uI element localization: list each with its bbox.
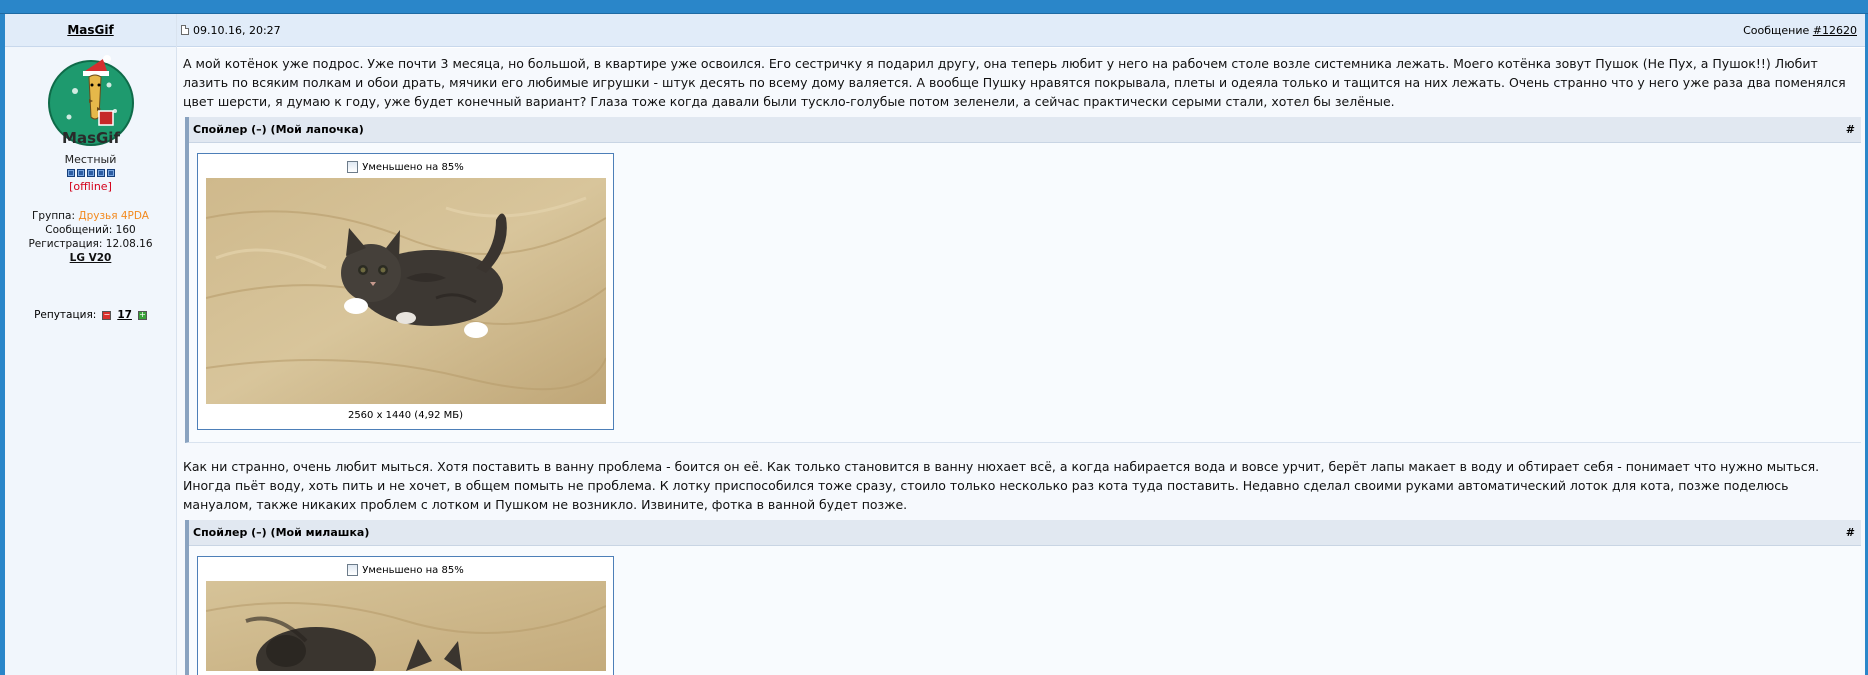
spoiler-2: Спойлер (–) (Мой милашка) # Уменьшено на…: [185, 520, 1861, 675]
kitten-photo-2[interactable]: [206, 581, 606, 671]
message-number-link[interactable]: #12620: [1813, 24, 1857, 37]
posts-row: Сообщений: 160: [5, 223, 176, 237]
rank-pip: [96, 169, 105, 177]
username-link[interactable]: MasGif: [67, 23, 113, 37]
post-paragraph-2: Как ни странно, очень любит мыться. Хотя…: [183, 459, 1820, 512]
message-label: Сообщение: [1743, 23, 1810, 37]
rank-pip: [86, 169, 95, 177]
image-reduced-note: Уменьшено на 85%: [206, 563, 605, 577]
user-sidebar: MasGif MasGif Местный [offline] Группа: …: [5, 14, 177, 675]
user-rank: Местный: [64, 153, 117, 166]
spoiler-1-title: Спойлер (–) (Мой лапочка): [193, 123, 364, 136]
post-paragraph-1: А мой котёнок уже подрос. Уже почти 3 ме…: [183, 56, 1846, 109]
spoiler-1-body: Уменьшено на 85% 2560 x 1440 (4,92 МБ): [189, 143, 1861, 442]
rank-pip: [66, 169, 75, 177]
posts-value: 160: [115, 224, 136, 236]
rank-pips: [5, 169, 176, 177]
spoiler-2-body: Уменьшено на 85%: [189, 546, 1861, 675]
group-value: Друзья 4PDA: [78, 210, 149, 222]
spoiler-1: Спойлер (–) (Мой лапочка) # Уменьшено на…: [185, 117, 1861, 443]
registration-label: Регистрация:: [28, 238, 103, 250]
image-attachment-1[interactable]: Уменьшено на 85% 2560 x 1440 (4,92 МБ): [197, 153, 614, 430]
registration-value: 12.08.16: [105, 238, 153, 250]
image-attachment-2[interactable]: Уменьшено на 85%: [197, 556, 614, 675]
post-header: 09.10.16, 20:27 Сообщение #12620: [177, 14, 1865, 47]
image-reduced-text: Уменьшено на 85%: [362, 564, 464, 576]
document-icon: [181, 25, 189, 35]
posts-label: Сообщений:: [45, 224, 113, 236]
device-link[interactable]: LG V20: [5, 251, 176, 265]
resize-icon: [347, 161, 359, 173]
rank-pip: [76, 169, 85, 177]
online-status: [offline]: [69, 180, 112, 193]
reputation-plus-icon[interactable]: +: [137, 310, 147, 320]
spoiler-2-title: Спойлер (–) (Мой милашка): [193, 526, 370, 539]
post-date-area: 09.10.16, 20:27: [181, 24, 281, 37]
avatar-image: MasGif: [47, 55, 134, 147]
spoiler-2-header[interactable]: Спойлер (–) (Мой милашка) #: [189, 520, 1861, 546]
resize-icon: [347, 564, 359, 576]
user-info: Группа: Друзья 4PDA Сообщений: 160 Регис…: [5, 209, 176, 265]
image-1-caption: 2560 x 1440 (4,92 МБ): [347, 410, 464, 421]
group-row: Группа: Друзья 4PDA: [5, 209, 176, 223]
username-bar: MasGif: [5, 14, 176, 47]
spoiler-1-anchor[interactable]: #: [1846, 123, 1855, 136]
message-number-area: Сообщение #12620: [1743, 24, 1857, 37]
image-reduced-text: Уменьшено на 85%: [362, 161, 464, 173]
reputation-label: Репутация:: [34, 309, 97, 321]
post-date: 09.10.16, 20:27: [193, 23, 281, 37]
avatar[interactable]: MasGif: [45, 51, 137, 149]
reputation-row: Репутация: − 17 +: [5, 309, 176, 321]
avatar-signature: MasGif: [62, 129, 120, 147]
post-content: А мой котёнок уже подрос. Уже почти 3 ме…: [177, 48, 1865, 675]
reputation-minus-icon[interactable]: −: [102, 310, 112, 320]
reputation-value[interactable]: 17: [117, 309, 132, 321]
kitten-photo-1[interactable]: [206, 178, 606, 404]
spoiler-2-anchor[interactable]: #: [1846, 526, 1855, 539]
spoiler-1-header[interactable]: Спойлер (–) (Мой лапочка) #: [189, 117, 1861, 143]
image-reduced-note: Уменьшено на 85%: [206, 160, 605, 174]
rank-pip: [106, 169, 115, 177]
registration-row: Регистрация: 12.08.16: [5, 237, 176, 251]
group-label: Группа:: [32, 210, 76, 222]
top-bar: [0, 0, 1868, 14]
